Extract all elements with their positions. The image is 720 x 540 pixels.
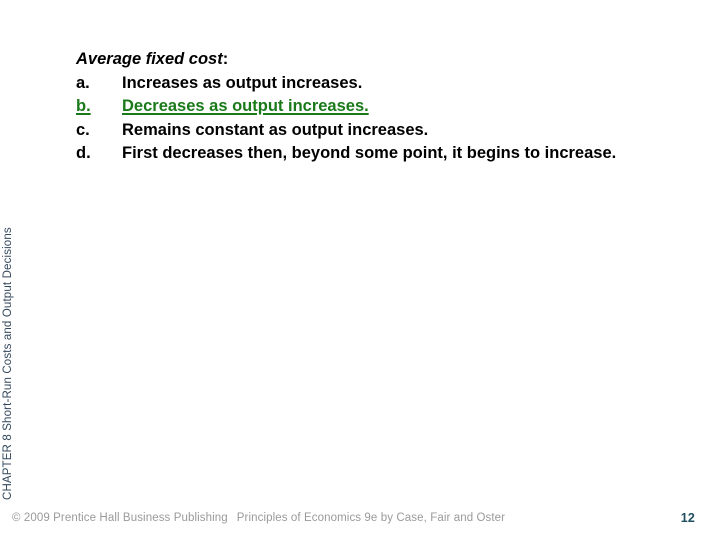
- answer-option-c-letter: c.: [76, 120, 90, 139]
- footer-book-title: Principles of Economics 9e by Case, Fair…: [236, 512, 506, 524]
- footer-copyright: © 2009 Prentice Hall Business Publishing: [12, 512, 228, 524]
- slide-footer: © 2009 Prentice Hall Business Publishing…: [0, 506, 720, 540]
- question-stem-emphasis: Average fixed cost: [76, 50, 223, 68]
- answer-option-b-letter: b.: [76, 97, 91, 116]
- answer-option-a[interactable]: a. Increases as output increases.: [76, 72, 688, 95]
- chapter-rail: CHAPTER 8 Short-Run Costs and Output Dec…: [0, 0, 34, 540]
- answer-option-list: a. Increases as output increases. b. Dec…: [76, 72, 688, 166]
- answer-option-d[interactable]: d. First decreases then, beyond some poi…: [76, 142, 688, 165]
- answer-option-d-letter: d.: [76, 144, 91, 163]
- answer-option-d-text: First decreases then, beyond some point,…: [122, 144, 617, 163]
- question-block: Average fixed cost: a. Increases as outp…: [76, 48, 688, 165]
- chapter-rail-label: CHAPTER 8 Short-Run Costs and Output Dec…: [2, 227, 14, 500]
- question-stem-colon: :: [222, 50, 229, 68]
- question-stem: Average fixed cost:: [76, 48, 688, 71]
- answer-option-c[interactable]: c. Remains constant as output increases.: [76, 119, 688, 142]
- answer-option-b[interactable]: b. Decreases as output increases.: [76, 95, 688, 118]
- answer-option-a-letter: a.: [76, 73, 90, 92]
- slide-canvas: CHAPTER 8 Short-Run Costs and Output Dec…: [0, 0, 720, 540]
- answer-option-a-text: Increases as output increases.: [122, 73, 363, 92]
- page-number: 12: [680, 511, 695, 525]
- answer-option-b-text: Decreases as output increases.: [122, 97, 369, 116]
- footer-credit: © 2009 Prentice Hall Business Publishing…: [12, 512, 505, 524]
- answer-option-c-text: Remains constant as output increases.: [122, 120, 429, 139]
